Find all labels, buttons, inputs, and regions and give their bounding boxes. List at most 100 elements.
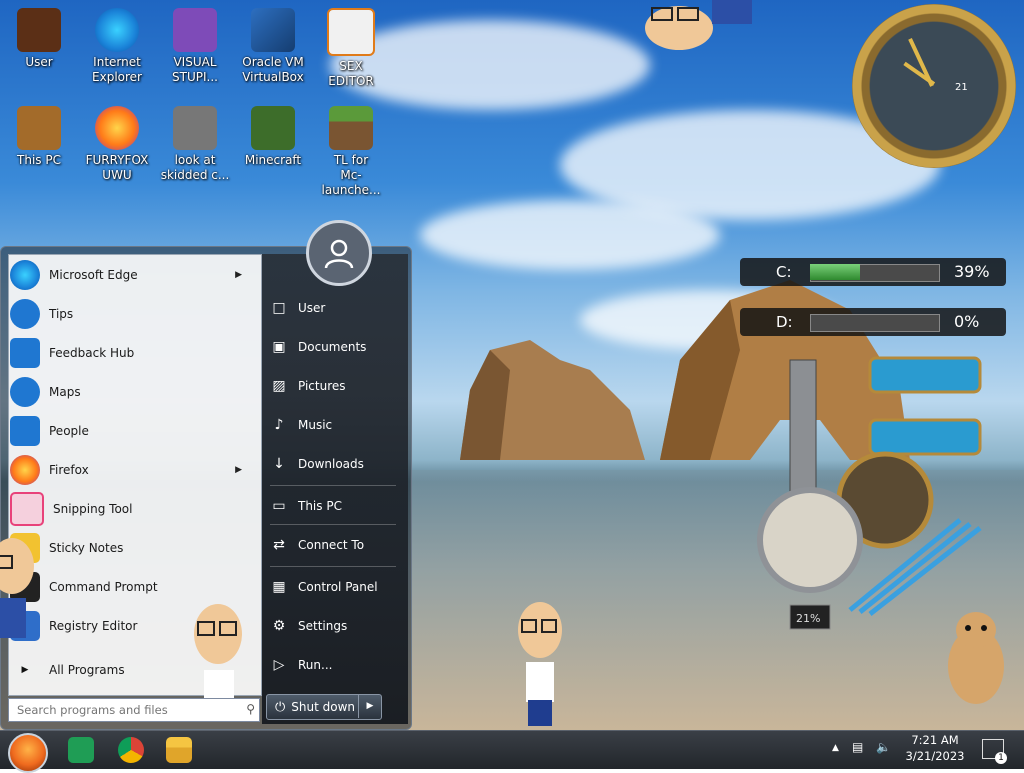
start-program-snipping-tool[interactable]: Snipping Tool	[10, 491, 250, 527]
map-pin-icon	[10, 377, 40, 407]
shutdown-label: Shut down	[291, 700, 356, 714]
steampunk-clock-gadget[interactable]: 21	[852, 4, 1016, 168]
separator	[270, 524, 396, 525]
volume-muted-icon[interactable]: 🔈	[876, 740, 891, 754]
taskbar-chrome-icon[interactable]	[118, 737, 144, 763]
music-icon: ♪	[274, 417, 284, 433]
start-place-run[interactable]: ▷ Run...	[270, 650, 402, 680]
connect-icon: ⇄	[273, 537, 285, 553]
start-place-settings[interactable]: ⚙ Settings	[270, 611, 402, 641]
shutdown-options-button[interactable]: ▶	[358, 694, 381, 718]
program-label: Firefox	[49, 463, 89, 477]
visual-studio-icon	[173, 8, 217, 52]
user-folder-icon: □	[272, 300, 286, 316]
start-program-firefox[interactable]: Firefox ▶	[10, 452, 250, 488]
taskbar-sticky-notes-icon[interactable]	[68, 737, 94, 763]
search-icon[interactable]: ⚲	[246, 702, 255, 716]
desktop-icon-minecraft[interactable]: Minecraft	[234, 106, 312, 168]
desktop-icon-user[interactable]: User	[0, 8, 78, 70]
pictures-icon: ▨	[272, 378, 286, 394]
minecraft-icon	[251, 106, 295, 150]
program-label: Command Prompt	[49, 580, 158, 594]
start-place-connect-to[interactable]: ⇄ Connect To	[270, 530, 402, 560]
start-search-box[interactable]: ⚲	[8, 698, 260, 722]
program-label: Tips	[49, 307, 74, 321]
show-hidden-icons-chevron-up-icon[interactable]: ▲	[832, 743, 839, 753]
user-folder-icon	[17, 8, 61, 52]
cartoon-character-left	[0, 538, 34, 638]
start-program-feedback-hub[interactable]: Feedback Hub	[10, 335, 250, 371]
taskbar-clock[interactable]: 7:21 AM 3/21/2023	[900, 732, 970, 764]
cartoon-character-head	[645, 0, 752, 50]
place-label: Control Panel	[298, 580, 378, 594]
desktop-icon-label: VISUAL STUPI...	[172, 55, 218, 84]
place-label: Pictures	[298, 379, 346, 393]
search-input[interactable]	[9, 699, 239, 721]
virtualbox-icon	[251, 8, 295, 52]
start-program-maps[interactable]: Maps	[10, 374, 250, 410]
drive-percent: 39%	[954, 262, 990, 281]
submenu-arrow-icon: ▶	[235, 270, 242, 280]
feedback-icon	[10, 338, 40, 368]
start-program-sticky-notes[interactable]: Sticky Notes	[10, 530, 250, 566]
start-place-user[interactable]: □ User	[270, 293, 402, 323]
control-panel-icon: ▦	[272, 579, 286, 595]
power-icon: ⏻	[275, 699, 286, 715]
user-account-picture[interactable]	[306, 220, 372, 286]
start-place-pictures[interactable]: ▨ Pictures	[270, 371, 402, 401]
desktop-icon-label: SEX EDITOR	[328, 59, 374, 88]
downloads-icon: ↓	[273, 456, 285, 472]
start-place-this-pc[interactable]: ▭ This PC	[270, 491, 402, 521]
documents-icon: ▣	[272, 339, 286, 355]
desktop-icon-firefox[interactable]: FURRYFOX UWU	[78, 106, 156, 183]
desktop-icon-tl-launcher[interactable]: TL for Mc-launche...	[312, 106, 390, 198]
chevron-right-icon: ▶	[366, 701, 374, 711]
windows-stack-icon	[173, 106, 217, 150]
firefox-icon	[95, 106, 139, 150]
desktop-icon-virtualbox[interactable]: Oracle VM VirtualBox	[234, 8, 312, 85]
desktop-icon-internet-explorer[interactable]: Internet Explorer	[78, 8, 156, 85]
all-programs-label: All Programs	[49, 663, 125, 677]
desktop-icon-visual-studio[interactable]: VISUAL STUPI...	[156, 8, 234, 85]
program-label: Sticky Notes	[49, 541, 124, 555]
network-icon[interactable]: ▤	[852, 740, 863, 754]
place-label: This PC	[298, 499, 342, 513]
clock-time: 7:21 AM	[911, 733, 959, 747]
drive-fill	[810, 264, 860, 280]
place-label: Connect To	[298, 538, 365, 552]
desktop-icon-this-pc[interactable]: This PC	[0, 106, 78, 168]
separator	[270, 485, 396, 486]
user-avatar-icon	[324, 239, 354, 269]
desktop-icon-hex-editor[interactable]: SEX EDITOR	[312, 8, 390, 89]
desktop-icon-label: Minecraft	[244, 153, 302, 167]
start-place-music[interactable]: ♪ Music	[270, 410, 402, 440]
start-place-control-panel[interactable]: ▦ Control Panel	[270, 572, 402, 602]
grass-block-icon	[329, 106, 373, 150]
clock-date-label: 21	[955, 82, 968, 93]
place-label: Music	[298, 418, 333, 432]
start-program-people[interactable]: People	[10, 413, 250, 449]
start-place-documents[interactable]: ▣ Documents	[270, 332, 402, 362]
settings-gear-icon: ⚙	[272, 618, 286, 634]
taskbar-file-explorer-icon[interactable]	[166, 737, 192, 763]
drive-meter-d: D: 0%	[740, 308, 1006, 336]
desktop-icon-label: Oracle VM VirtualBox	[242, 55, 304, 84]
start-button[interactable]	[8, 733, 48, 773]
place-label: Downloads	[298, 457, 364, 471]
start-program-tips[interactable]: Tips	[10, 296, 250, 332]
desktop-icon-skidded[interactable]: look at skidded c...	[156, 106, 234, 183]
drive-label: D:	[776, 313, 793, 331]
firefox-icon	[10, 455, 40, 485]
drive-label: C:	[776, 263, 792, 281]
computer-icon	[17, 106, 61, 150]
place-label: Run...	[298, 658, 333, 672]
hamster-character	[948, 612, 1004, 704]
taskbar: ▲ ▤ 🔈 7:21 AM 3/21/2023 1	[0, 730, 1024, 773]
program-label: Feedback Hub	[49, 346, 135, 360]
cloud	[420, 200, 720, 270]
start-place-downloads[interactable]: ↓ Downloads	[270, 449, 402, 479]
start-program-microsoft-edge[interactable]: Microsoft Edge ▶	[10, 257, 250, 293]
desktop-icon-label: Internet Explorer	[92, 55, 142, 84]
expand-arrow-icon: ▶	[21, 665, 29, 675]
notifications-icon[interactable]: 1	[982, 739, 1007, 764]
